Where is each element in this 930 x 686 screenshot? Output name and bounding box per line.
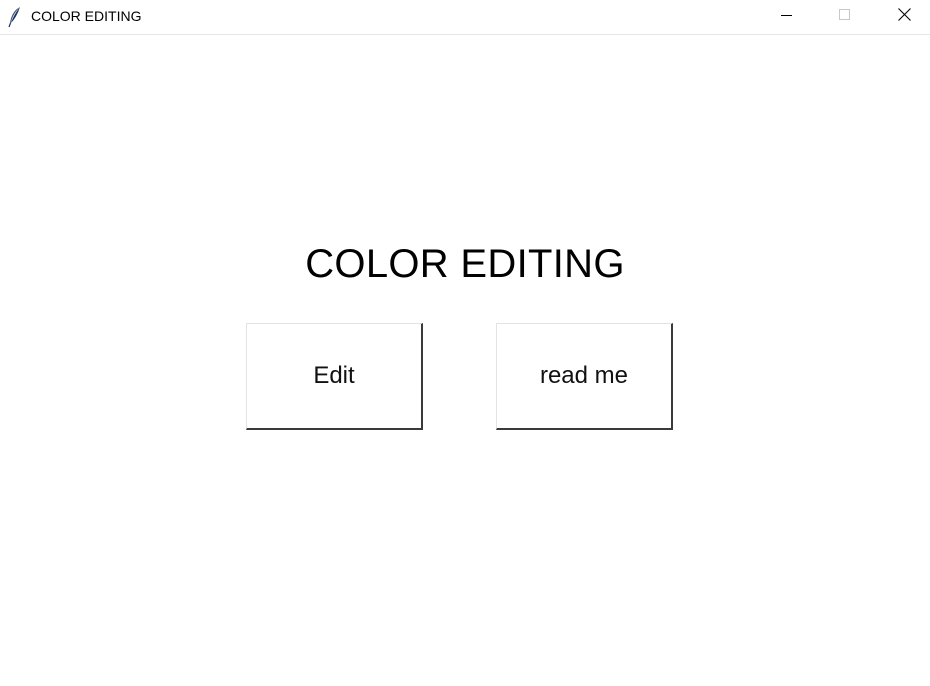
app-window: COLOR EDITING COLOR EDITING Edit read me	[0, 0, 930, 686]
close-button[interactable]	[881, 0, 927, 34]
read-me-button[interactable]: read me	[496, 323, 673, 430]
minimize-icon	[781, 8, 793, 26]
feather-icon	[6, 6, 24, 28]
page-title: COLOR EDITING	[305, 242, 625, 286]
maximize-icon	[839, 8, 851, 26]
close-icon	[897, 8, 911, 26]
minimize-button[interactable]	[764, 0, 810, 34]
maximize-button[interactable]	[822, 0, 868, 34]
edit-button[interactable]: Edit	[246, 323, 423, 430]
window-title: COLOR EDITING	[31, 8, 142, 24]
title-bar[interactable]: COLOR EDITING	[0, 0, 930, 35]
